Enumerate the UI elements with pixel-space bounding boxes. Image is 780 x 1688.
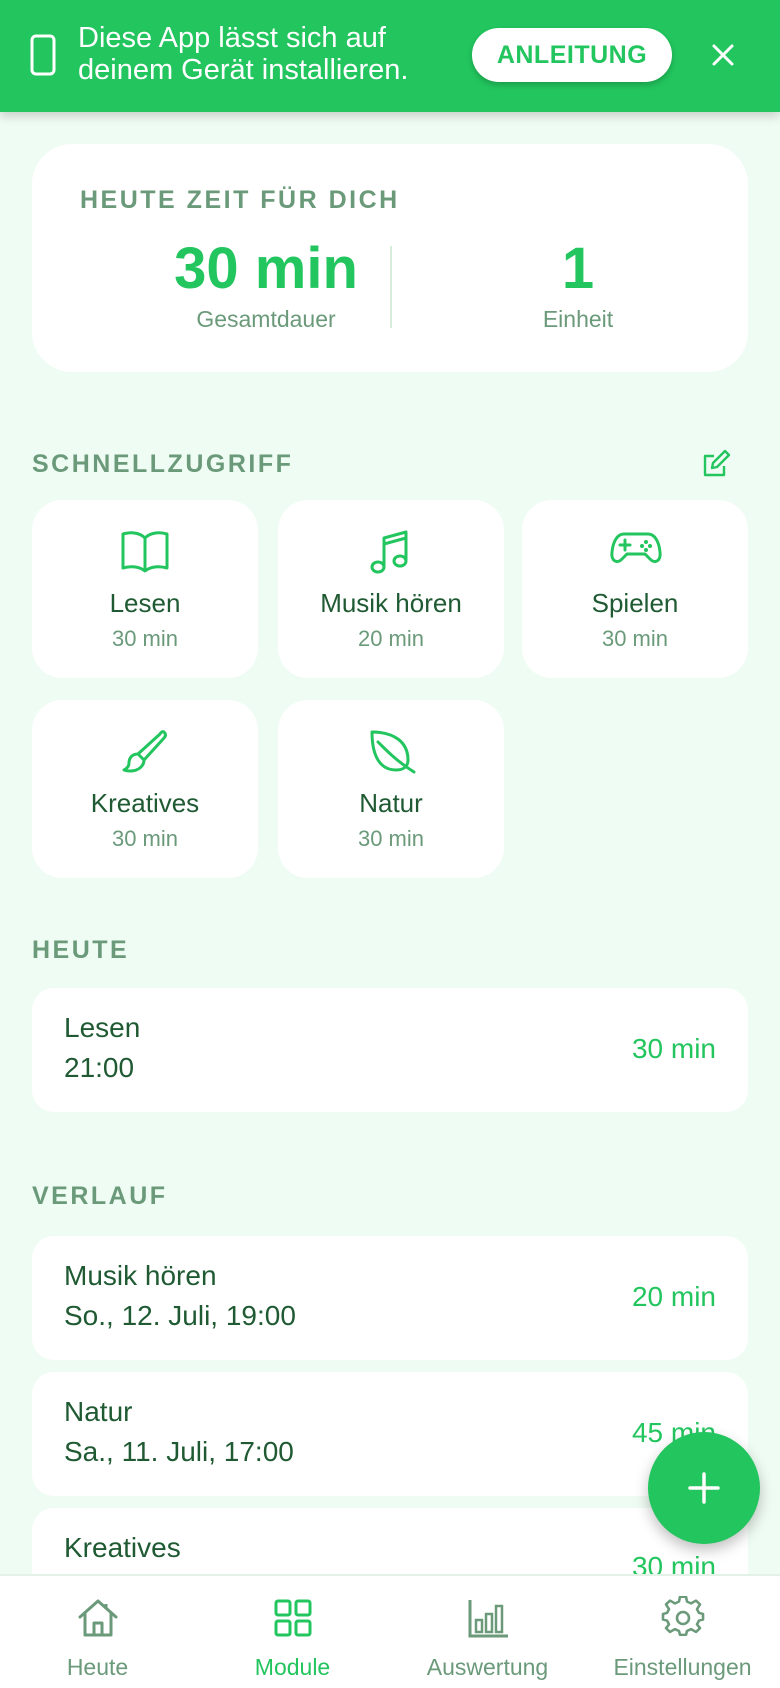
stat-divider: [390, 246, 392, 328]
entry-title: Musik hören: [64, 1260, 217, 1291]
summary-heading: HEUTE ZEIT FÜR DICH: [80, 186, 400, 214]
units-stat: 1 Einheit: [428, 236, 728, 333]
quick-access-heading: SCHNELLZUGRIFF: [32, 450, 294, 478]
quick-tile-natur[interactable]: Natur 30 min: [278, 700, 504, 878]
music-note-icon: [366, 528, 416, 576]
today-heading: HEUTE: [32, 936, 130, 964]
book-icon: [120, 528, 170, 574]
nav-item-heute[interactable]: Heute: [0, 1576, 195, 1688]
bottom-nav: Heute Module Auswertung Einstellungen: [0, 1574, 780, 1688]
phone-icon: [30, 34, 56, 76]
total-duration-value: 30 min: [174, 236, 358, 301]
install-banner: Diese App lässt sich auf deinem Gerät in…: [0, 0, 780, 112]
grid-icon: [271, 1596, 315, 1640]
install-banner-text: Diese App lässt sich auf deinem Gerät in…: [78, 22, 409, 86]
entry-time: So., 12. Juli, 19:00: [64, 1300, 296, 1331]
nav-item-label: Module: [254, 1654, 331, 1680]
add-entry-button[interactable]: [648, 1432, 760, 1544]
entry-time: Sa., 11. Juli, 17:00: [64, 1436, 294, 1467]
bar-chart-icon: [466, 1596, 510, 1640]
summary-card: HEUTE ZEIT FÜR DICH 30 min Gesamtdauer 1…: [32, 144, 748, 372]
home-icon: [76, 1596, 120, 1640]
entry-duration: 20 min: [631, 1281, 716, 1312]
units-value: 1: [561, 236, 595, 301]
plus-icon: [687, 1471, 721, 1505]
quick-tile-duration: 30 min: [111, 826, 179, 851]
quick-tile-spielen[interactable]: Spielen 30 min: [522, 500, 748, 678]
entry-title: Kreatives: [64, 1532, 181, 1563]
total-duration-stat: 30 min Gesamtdauer: [116, 236, 416, 333]
history-heading: VERLAUF: [32, 1182, 168, 1210]
edit-icon[interactable]: [700, 448, 732, 480]
nav-item-einstellungen[interactable]: Einstellungen: [585, 1576, 780, 1688]
nav-item-label: Auswertung: [426, 1654, 549, 1680]
leaf-icon: [366, 728, 416, 776]
entry-duration: 30 min: [631, 1033, 716, 1064]
total-duration-label: Gesamtdauer: [196, 306, 336, 332]
nav-item-label: Heute: [66, 1654, 129, 1680]
history-entry[interactable]: Musik hören So., 12. Juli, 19:00 20 min: [32, 1236, 748, 1360]
entry-title: Natur: [64, 1396, 133, 1427]
history-entry[interactable]: Natur Sa., 11. Juli, 17:00 45 min: [32, 1372, 748, 1496]
entry-time: 21:00: [64, 1052, 135, 1083]
entry-title: Lesen: [64, 1012, 141, 1043]
nav-item-label: Einstellungen: [613, 1654, 752, 1680]
nav-item-module[interactable]: Module: [195, 1576, 390, 1688]
quick-tile-duration: 30 min: [111, 626, 179, 651]
quick-tile-lesen[interactable]: Lesen 30 min: [32, 500, 258, 678]
gamepad-icon: [610, 528, 662, 568]
quick-tile-musik-hoeren[interactable]: Musik hören 20 min: [278, 500, 504, 678]
gear-icon: [661, 1596, 705, 1640]
close-icon[interactable]: [708, 40, 738, 70]
quick-tile-duration: 20 min: [357, 626, 425, 651]
quick-tile-name: Kreatives: [90, 788, 200, 818]
units-label: Einheit: [542, 306, 614, 332]
today-entry[interactable]: Lesen 21:00 30 min: [32, 988, 748, 1112]
quick-tile-name: Spielen: [591, 588, 679, 618]
quick-tile-duration: 30 min: [601, 626, 669, 651]
quick-tile-name: Lesen: [109, 588, 181, 618]
quick-tile-duration: 30 min: [357, 826, 425, 851]
guide-button[interactable]: ANLEITUNG: [472, 28, 672, 82]
nav-item-auswertung[interactable]: Auswertung: [390, 1576, 585, 1688]
quick-tile-name: Musik hören: [320, 588, 462, 618]
paintbrush-icon: [120, 728, 170, 776]
quick-tile-name: Natur: [359, 788, 423, 818]
quick-tile-kreatives[interactable]: Kreatives 30 min: [32, 700, 258, 878]
